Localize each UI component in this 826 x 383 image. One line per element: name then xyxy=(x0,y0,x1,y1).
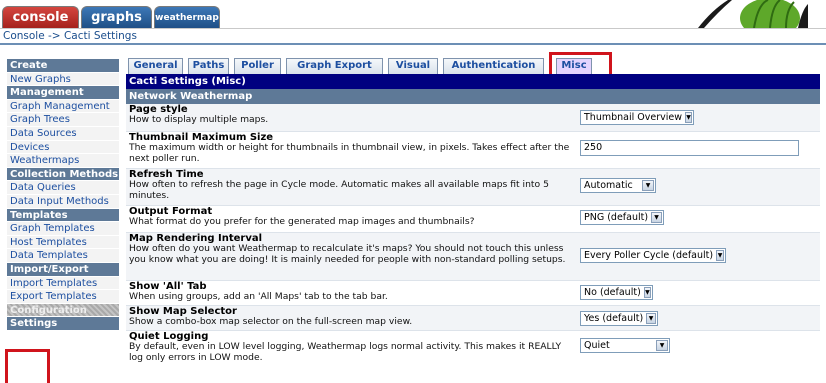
sidebar-item-export-templates[interactable]: Export Templates xyxy=(7,289,119,303)
rendering-interval-select[interactable]: Every Poller Cycle (default) ▼ xyxy=(580,248,726,263)
tab-graph-export[interactable]: Graph Export xyxy=(286,58,383,74)
section-header: Network Weathermap xyxy=(126,89,820,104)
setting-description: By default, even in LOW level logging, W… xyxy=(129,341,562,363)
select-value: Thumbnail Overview xyxy=(584,112,682,123)
sidebar-item-host-templates[interactable]: Host Templates xyxy=(7,234,119,249)
setting-row-output-format: Output Format What format do you prefer … xyxy=(126,206,820,233)
setting-description: What format do you prefer for the genera… xyxy=(129,216,475,228)
sidebar-item-settings[interactable]: Settings xyxy=(7,316,119,330)
setting-description: The maximum width or height for thumbnai… xyxy=(129,142,570,164)
show-all-tab-select[interactable]: No (default) ▼ xyxy=(580,285,653,300)
chevron-down-icon[interactable]: ▼ xyxy=(656,340,668,351)
select-value: Every Poller Cycle (default) xyxy=(584,250,714,261)
page-style-select[interactable]: Thumbnail Overview ▼ xyxy=(580,110,694,125)
settings-panel: Cacti Settings (Misc) Network Weathermap… xyxy=(126,74,820,369)
setting-description: Show a combo-box map selector on the ful… xyxy=(129,316,413,328)
tab-weathermap[interactable]: weathermap xyxy=(154,6,220,28)
refresh-time-select[interactable]: Automatic ▼ xyxy=(580,178,656,193)
sidebar-item-data-templates[interactable]: Data Templates xyxy=(7,248,119,262)
select-value: No (default) xyxy=(584,287,641,298)
chevron-down-icon[interactable]: ▼ xyxy=(642,180,654,191)
settings-tab-strip: General Paths Poller Graph Export Visual… xyxy=(126,54,826,74)
sidebar-item-import-templates[interactable]: Import Templates xyxy=(7,275,119,290)
tab-visual[interactable]: Visual xyxy=(388,58,438,74)
tab-paths[interactable]: Paths xyxy=(188,58,229,74)
setting-description: How to display multiple maps. xyxy=(129,114,269,126)
chevron-down-icon[interactable]: ▼ xyxy=(643,287,651,298)
settings-highlight-box xyxy=(5,349,50,383)
sidebar-header-templates: Templates xyxy=(7,207,119,222)
sidebar-item-data-input-methods[interactable]: Data Input Methods xyxy=(7,193,119,208)
show-map-selector-select[interactable]: Yes (default) ▼ xyxy=(580,311,658,326)
sidebar-header-import-export: Import/Export xyxy=(7,261,119,276)
sidebar-item-data-sources[interactable]: Data Sources xyxy=(7,125,119,140)
chevron-down-icon[interactable]: ▼ xyxy=(716,250,724,261)
sidebar-header-management: Management xyxy=(7,85,119,99)
sidebar-item-graph-management[interactable]: Graph Management xyxy=(7,98,119,113)
sidebar-item-data-queries[interactable]: Data Queries xyxy=(7,180,119,194)
chevron-down-icon[interactable]: ▼ xyxy=(651,212,662,223)
cactus-logo-icon xyxy=(698,0,808,28)
setting-row-refresh-time: Refresh Time How often to refresh the pa… xyxy=(126,169,820,206)
sidebar-item-new-graphs[interactable]: New Graphs xyxy=(7,71,119,86)
chevron-down-icon[interactable]: ▼ xyxy=(685,112,692,123)
tab-authentication[interactable]: Authentication xyxy=(443,58,544,74)
chevron-down-icon[interactable]: ▼ xyxy=(646,313,656,324)
sidebar-item-graph-templates[interactable]: Graph Templates xyxy=(7,221,119,235)
output-format-select[interactable]: PNG (default) ▼ xyxy=(580,210,664,225)
panel-title: Cacti Settings (Misc) xyxy=(126,74,820,89)
tab-graphs[interactable]: graphs xyxy=(81,6,152,28)
setting-row-show-map-selector: Show Map Selector Show a combo-box map s… xyxy=(126,306,820,331)
setting-description: How often do you want Weathermap to reca… xyxy=(129,243,566,265)
select-value: Yes (default) xyxy=(584,313,644,324)
setting-row-quiet-logging: Quiet Logging By default, even in LOW le… xyxy=(126,331,820,369)
setting-description: How often to refresh the page in Cycle m… xyxy=(129,179,549,201)
sidebar-header-configuration: Configuration xyxy=(7,302,119,317)
sidebar-item-devices[interactable]: Devices xyxy=(7,139,119,154)
thumbnail-size-input[interactable]: 250 xyxy=(580,140,799,156)
setting-row-rendering-interval: Map Rendering Interval How often do you … xyxy=(126,233,820,281)
tab-console[interactable]: console xyxy=(2,6,79,28)
quiet-logging-select[interactable]: Quiet ▼ xyxy=(580,338,670,353)
setting-row-show-all-tab: Show 'All' Tab When using groups, add an… xyxy=(126,281,820,306)
sidebar-item-weathermaps[interactable]: Weathermaps xyxy=(7,153,119,167)
breadcrumb[interactable]: Console -> Cacti Settings xyxy=(0,28,826,45)
setting-description: When using groups, add an 'All Maps' tab… xyxy=(129,291,388,303)
tab-poller[interactable]: Poller xyxy=(234,58,281,74)
tab-misc[interactable]: Misc xyxy=(556,58,592,74)
sidebar-header-collection-methods: Collection Methods xyxy=(7,166,119,181)
select-value: Automatic xyxy=(584,180,633,191)
setting-row-page-style: Page style How to display multiple maps.… xyxy=(126,104,820,132)
sidebar-item-graph-trees[interactable]: Graph Trees xyxy=(7,112,119,126)
top-banner: console graphs weathermap xyxy=(0,0,826,28)
select-value: Quiet xyxy=(584,340,610,351)
setting-row-thumbnail-size: Thumbnail Maximum Size The maximum width… xyxy=(126,132,820,169)
select-value: PNG (default) xyxy=(584,212,649,223)
sidebar-header-create: Create xyxy=(7,58,119,72)
sidebar-menu: Create New Graphs Management Graph Manag… xyxy=(7,58,119,330)
tab-general[interactable]: General xyxy=(128,58,183,74)
